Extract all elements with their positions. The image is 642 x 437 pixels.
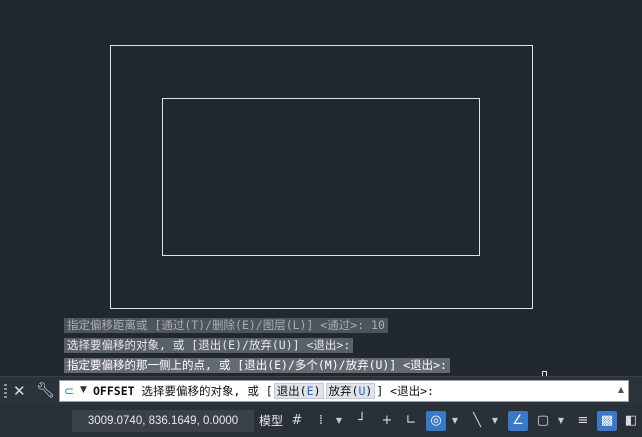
- option-exit-button[interactable]: 退出(E): [273, 383, 324, 399]
- drawing-canvas[interactable]: 指定偏移距离或 [通过(T)/删除(E)/图层(L)] <通过>: 10 选择要…: [0, 0, 642, 376]
- lineweight-icon[interactable]: ≡: [573, 411, 593, 431]
- transparency-icon[interactable]: ▩: [597, 411, 617, 431]
- dynamic-input-icon[interactable]: +: [377, 411, 397, 431]
- isodraft-icon[interactable]: ╲: [467, 411, 487, 431]
- model-space-button[interactable]: 模型: [256, 410, 286, 432]
- history-line-3: 指定要偏移的那一侧上的点, 或 [退出(E)/多个(M)/放弃(U)] <退出>…: [64, 358, 450, 373]
- grid-icon[interactable]: #: [287, 411, 307, 431]
- history-line-2: 选择要偏移的对象, 或 [退出(E)/放弃(U)] <退出>:: [64, 338, 354, 353]
- command-input[interactable]: ⊂ ▼ OFFSET 选择要偏移的对象, 或 [退出(E) 放弃(U)] <退出>…: [59, 380, 629, 402]
- command-prompt: OFFSET 选择要偏移的对象, 或 [退出(E) 放弃(U)] <退出>:: [93, 383, 434, 400]
- close-icon[interactable]: ✕: [13, 382, 26, 400]
- command-suffix: ] <退出>:: [376, 384, 434, 398]
- command-icon[interactable]: ⊂: [64, 384, 74, 398]
- coordinates-readout[interactable]: 3009.0740, 836.1649, 0.0000: [72, 410, 254, 432]
- history-toggle-icon[interactable]: ▲: [618, 385, 624, 394]
- command-name: OFFSET: [93, 384, 135, 398]
- ortho-icon[interactable]: ∟: [401, 411, 421, 431]
- history-line-1: 指定偏移距离或 [通过(T)/删除(E)/图层(L)] <通过>: 10: [64, 318, 388, 333]
- snap-icon[interactable]: ⁞: [311, 411, 331, 431]
- drag-grip-icon[interactable]: [4, 384, 7, 398]
- infer-constraints-icon[interactable]: ┘: [352, 411, 372, 431]
- object-snap-tracking-icon[interactable]: ∠: [508, 411, 528, 431]
- command-line-bar: ✕ 🔧︎ ⊂ ▼ OFFSET 选择要偏移的对象, 或 [退出(E) 放弃(U)]…: [0, 376, 642, 405]
- command-prompt-text: 选择要偏移的对象, 或 [: [141, 384, 273, 398]
- chevron-down-icon[interactable]: ▼: [80, 385, 87, 395]
- inner-rectangle[interactable]: [162, 98, 480, 256]
- object-snap-icon[interactable]: ▢: [533, 411, 553, 431]
- wrench-icon[interactable]: 🔧︎: [36, 381, 55, 399]
- chevron-down-icon[interactable]: ▼: [450, 411, 460, 431]
- option-undo-button[interactable]: 放弃(U): [325, 383, 376, 399]
- chevron-down-icon[interactable]: ▼: [334, 411, 344, 431]
- polar-tracking-icon[interactable]: ◎: [426, 411, 446, 431]
- chevron-down-icon[interactable]: ▼: [556, 411, 566, 431]
- selection-cycling-icon[interactable]: ◧: [621, 411, 641, 431]
- status-bar: 3009.0740, 836.1649, 0.0000 模型 # ⁞ ▼ ┘ +…: [0, 405, 642, 437]
- chevron-down-icon[interactable]: ▼: [490, 411, 500, 431]
